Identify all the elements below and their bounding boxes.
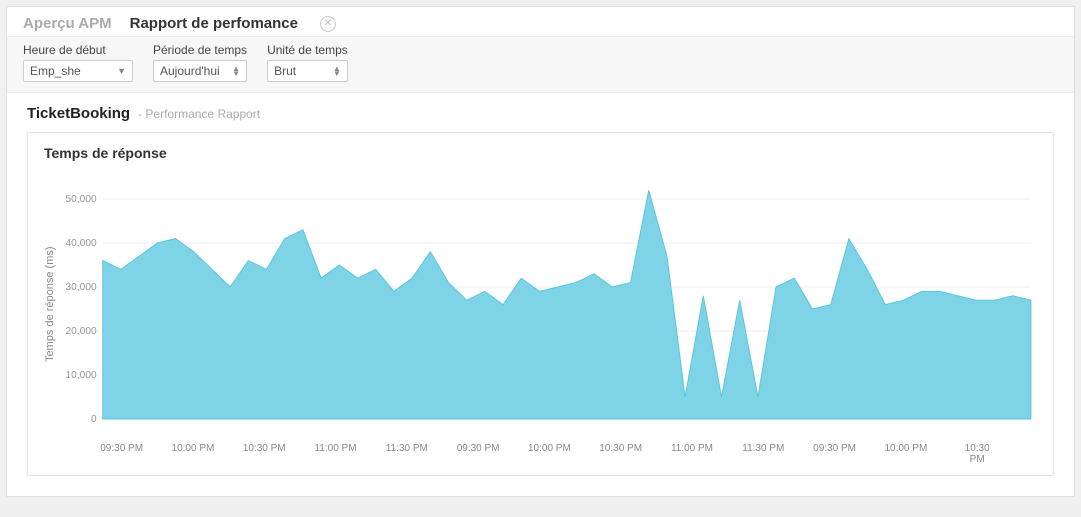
period-value: Aujourd'hui [160,64,220,78]
svg-text:10,000: 10,000 [66,370,97,381]
tab-performance-report[interactable]: Rapport de perfomance [130,15,298,32]
caret-down-icon: ▼ [117,66,126,76]
period-label: Période de temps [153,43,247,57]
period-select[interactable]: Aujourd'hui ▲▼ [153,60,247,82]
chart-plot-area: 0 10,000 20,000 30,000 40,000 50,000 [60,169,1037,439]
svg-text:30,000: 30,000 [66,282,97,293]
chart-title: Temps de réponse [44,145,1037,161]
filter-bar: Heure de début Emp_she ▼ Période de temp… [7,36,1074,93]
start-time-label: Heure de début [23,43,133,57]
tab-performance-report-label: Rapport de perfomance [130,15,298,32]
close-tab-icon[interactable]: ✕ [320,16,336,32]
svg-text:40,000: 40,000 [66,238,97,249]
report-subtitle: - Performance Rapport [138,107,260,121]
tab-apm-overview[interactable]: Aperçu APM [23,15,112,32]
updown-icon: ▲▼ [232,66,240,76]
start-time-value: Emp_she [30,64,81,78]
unit-value: Brut [274,64,296,78]
response-time-chart: Temps de réponse Temps de réponse (ms) 0… [27,132,1054,476]
svg-text:20,000: 20,000 [66,326,97,337]
svg-text:0: 0 [91,414,97,425]
updown-icon: ▲▼ [333,66,341,76]
unit-label: Unité de temps [267,43,348,57]
x-axis-ticks: 09:30 PM10:00 PM10:30 PM11:00 PM11:30 PM… [86,443,995,457]
y-axis-label: Temps de réponse (ms) [44,169,56,439]
start-time-select[interactable]: Emp_she ▼ [23,60,133,82]
app-name: TicketBooking [27,105,130,122]
svg-text:50,000: 50,000 [66,194,97,205]
unit-select[interactable]: Brut ▲▼ [267,60,348,82]
